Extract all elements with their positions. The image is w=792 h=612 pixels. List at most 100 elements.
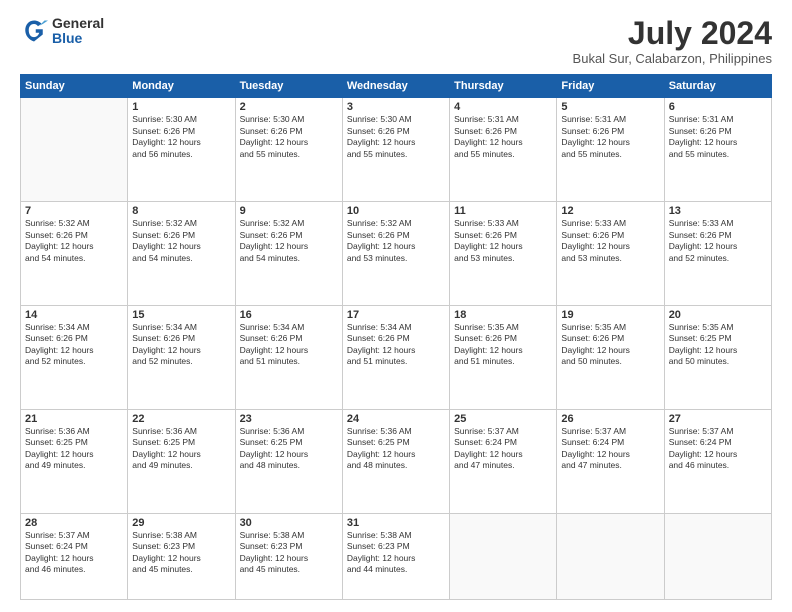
- day-number: 14: [25, 309, 123, 321]
- table-row: 25Sunrise: 5:37 AM Sunset: 6:24 PM Dayli…: [450, 409, 557, 513]
- table-row: 29Sunrise: 5:38 AM Sunset: 6:23 PM Dayli…: [128, 513, 235, 599]
- day-info: Sunrise: 5:30 AM Sunset: 6:26 PM Dayligh…: [132, 114, 230, 160]
- day-number: 20: [669, 309, 767, 321]
- day-info: Sunrise: 5:32 AM Sunset: 6:26 PM Dayligh…: [25, 218, 123, 264]
- logo-general: General: [52, 16, 104, 31]
- header-saturday: Saturday: [664, 75, 771, 98]
- day-info: Sunrise: 5:35 AM Sunset: 6:26 PM Dayligh…: [561, 322, 659, 368]
- day-info: Sunrise: 5:37 AM Sunset: 6:24 PM Dayligh…: [669, 426, 767, 472]
- table-row: 10Sunrise: 5:32 AM Sunset: 6:26 PM Dayli…: [342, 202, 449, 306]
- day-info: Sunrise: 5:31 AM Sunset: 6:26 PM Dayligh…: [561, 114, 659, 160]
- header: General Blue July 2024 Bukal Sur, Calaba…: [20, 16, 772, 66]
- header-monday: Monday: [128, 75, 235, 98]
- day-number: 26: [561, 413, 659, 425]
- day-number: 13: [669, 205, 767, 217]
- header-friday: Friday: [557, 75, 664, 98]
- day-info: Sunrise: 5:32 AM Sunset: 6:26 PM Dayligh…: [240, 218, 338, 264]
- week-row-5: 28Sunrise: 5:37 AM Sunset: 6:24 PM Dayli…: [21, 513, 772, 599]
- calendar-page: General Blue July 2024 Bukal Sur, Calaba…: [0, 0, 792, 612]
- day-number: 15: [132, 309, 230, 321]
- day-number: 18: [454, 309, 552, 321]
- day-info: Sunrise: 5:32 AM Sunset: 6:26 PM Dayligh…: [132, 218, 230, 264]
- table-row: 17Sunrise: 5:34 AM Sunset: 6:26 PM Dayli…: [342, 306, 449, 410]
- day-info: Sunrise: 5:36 AM Sunset: 6:25 PM Dayligh…: [240, 426, 338, 472]
- header-thursday: Thursday: [450, 75, 557, 98]
- table-row: 27Sunrise: 5:37 AM Sunset: 6:24 PM Dayli…: [664, 409, 771, 513]
- table-row: 18Sunrise: 5:35 AM Sunset: 6:26 PM Dayli…: [450, 306, 557, 410]
- table-row: 26Sunrise: 5:37 AM Sunset: 6:24 PM Dayli…: [557, 409, 664, 513]
- table-row: 1Sunrise: 5:30 AM Sunset: 6:26 PM Daylig…: [128, 98, 235, 202]
- logo-text: General Blue: [52, 16, 104, 47]
- table-row: 6Sunrise: 5:31 AM Sunset: 6:26 PM Daylig…: [664, 98, 771, 202]
- day-number: 27: [669, 413, 767, 425]
- table-row: 5Sunrise: 5:31 AM Sunset: 6:26 PM Daylig…: [557, 98, 664, 202]
- day-number: 12: [561, 205, 659, 217]
- table-row: 24Sunrise: 5:36 AM Sunset: 6:25 PM Dayli…: [342, 409, 449, 513]
- table-row: 7Sunrise: 5:32 AM Sunset: 6:26 PM Daylig…: [21, 202, 128, 306]
- day-info: Sunrise: 5:34 AM Sunset: 6:26 PM Dayligh…: [240, 322, 338, 368]
- weekday-header-row: Sunday Monday Tuesday Wednesday Thursday…: [21, 75, 772, 98]
- day-info: Sunrise: 5:30 AM Sunset: 6:26 PM Dayligh…: [240, 114, 338, 160]
- day-number: 1: [132, 101, 230, 113]
- day-info: Sunrise: 5:33 AM Sunset: 6:26 PM Dayligh…: [454, 218, 552, 264]
- table-row: 21Sunrise: 5:36 AM Sunset: 6:25 PM Dayli…: [21, 409, 128, 513]
- table-row: 28Sunrise: 5:37 AM Sunset: 6:24 PM Dayli…: [21, 513, 128, 599]
- main-title: July 2024: [573, 16, 772, 51]
- day-info: Sunrise: 5:31 AM Sunset: 6:26 PM Dayligh…: [454, 114, 552, 160]
- day-info: Sunrise: 5:38 AM Sunset: 6:23 PM Dayligh…: [347, 530, 445, 576]
- table-row: 19Sunrise: 5:35 AM Sunset: 6:26 PM Dayli…: [557, 306, 664, 410]
- table-row: 12Sunrise: 5:33 AM Sunset: 6:26 PM Dayli…: [557, 202, 664, 306]
- table-row: 4Sunrise: 5:31 AM Sunset: 6:26 PM Daylig…: [450, 98, 557, 202]
- table-row: 31Sunrise: 5:38 AM Sunset: 6:23 PM Dayli…: [342, 513, 449, 599]
- table-row: 8Sunrise: 5:32 AM Sunset: 6:26 PM Daylig…: [128, 202, 235, 306]
- header-wednesday: Wednesday: [342, 75, 449, 98]
- day-info: Sunrise: 5:35 AM Sunset: 6:26 PM Dayligh…: [454, 322, 552, 368]
- table-row: [450, 513, 557, 599]
- week-row-3: 14Sunrise: 5:34 AM Sunset: 6:26 PM Dayli…: [21, 306, 772, 410]
- day-info: Sunrise: 5:37 AM Sunset: 6:24 PM Dayligh…: [25, 530, 123, 576]
- table-row: [664, 513, 771, 599]
- table-row: 11Sunrise: 5:33 AM Sunset: 6:26 PM Dayli…: [450, 202, 557, 306]
- day-info: Sunrise: 5:36 AM Sunset: 6:25 PM Dayligh…: [347, 426, 445, 472]
- week-row-4: 21Sunrise: 5:36 AM Sunset: 6:25 PM Dayli…: [21, 409, 772, 513]
- day-info: Sunrise: 5:34 AM Sunset: 6:26 PM Dayligh…: [347, 322, 445, 368]
- day-number: 31: [347, 517, 445, 529]
- day-number: 17: [347, 309, 445, 321]
- table-row: 2Sunrise: 5:30 AM Sunset: 6:26 PM Daylig…: [235, 98, 342, 202]
- day-info: Sunrise: 5:34 AM Sunset: 6:26 PM Dayligh…: [132, 322, 230, 368]
- table-row: [21, 98, 128, 202]
- day-info: Sunrise: 5:34 AM Sunset: 6:26 PM Dayligh…: [25, 322, 123, 368]
- day-number: 21: [25, 413, 123, 425]
- header-sunday: Sunday: [21, 75, 128, 98]
- day-info: Sunrise: 5:36 AM Sunset: 6:25 PM Dayligh…: [25, 426, 123, 472]
- table-row: 20Sunrise: 5:35 AM Sunset: 6:25 PM Dayli…: [664, 306, 771, 410]
- day-number: 30: [240, 517, 338, 529]
- day-number: 23: [240, 413, 338, 425]
- table-row: 15Sunrise: 5:34 AM Sunset: 6:26 PM Dayli…: [128, 306, 235, 410]
- day-info: Sunrise: 5:31 AM Sunset: 6:26 PM Dayligh…: [669, 114, 767, 160]
- day-number: 22: [132, 413, 230, 425]
- table-row: 13Sunrise: 5:33 AM Sunset: 6:26 PM Dayli…: [664, 202, 771, 306]
- day-number: 19: [561, 309, 659, 321]
- subtitle: Bukal Sur, Calabarzon, Philippines: [573, 51, 772, 66]
- day-info: Sunrise: 5:33 AM Sunset: 6:26 PM Dayligh…: [561, 218, 659, 264]
- day-info: Sunrise: 5:37 AM Sunset: 6:24 PM Dayligh…: [561, 426, 659, 472]
- header-tuesday: Tuesday: [235, 75, 342, 98]
- table-row: 9Sunrise: 5:32 AM Sunset: 6:26 PM Daylig…: [235, 202, 342, 306]
- week-row-1: 1Sunrise: 5:30 AM Sunset: 6:26 PM Daylig…: [21, 98, 772, 202]
- day-info: Sunrise: 5:36 AM Sunset: 6:25 PM Dayligh…: [132, 426, 230, 472]
- day-info: Sunrise: 5:32 AM Sunset: 6:26 PM Dayligh…: [347, 218, 445, 264]
- day-number: 16: [240, 309, 338, 321]
- day-info: Sunrise: 5:35 AM Sunset: 6:25 PM Dayligh…: [669, 322, 767, 368]
- table-row: 23Sunrise: 5:36 AM Sunset: 6:25 PM Dayli…: [235, 409, 342, 513]
- day-number: 4: [454, 101, 552, 113]
- table-row: 3Sunrise: 5:30 AM Sunset: 6:26 PM Daylig…: [342, 98, 449, 202]
- day-number: 28: [25, 517, 123, 529]
- table-row: [557, 513, 664, 599]
- table-row: 22Sunrise: 5:36 AM Sunset: 6:25 PM Dayli…: [128, 409, 235, 513]
- day-number: 9: [240, 205, 338, 217]
- day-info: Sunrise: 5:38 AM Sunset: 6:23 PM Dayligh…: [240, 530, 338, 576]
- calendar-table: Sunday Monday Tuesday Wednesday Thursday…: [20, 74, 772, 600]
- day-number: 24: [347, 413, 445, 425]
- day-info: Sunrise: 5:37 AM Sunset: 6:24 PM Dayligh…: [454, 426, 552, 472]
